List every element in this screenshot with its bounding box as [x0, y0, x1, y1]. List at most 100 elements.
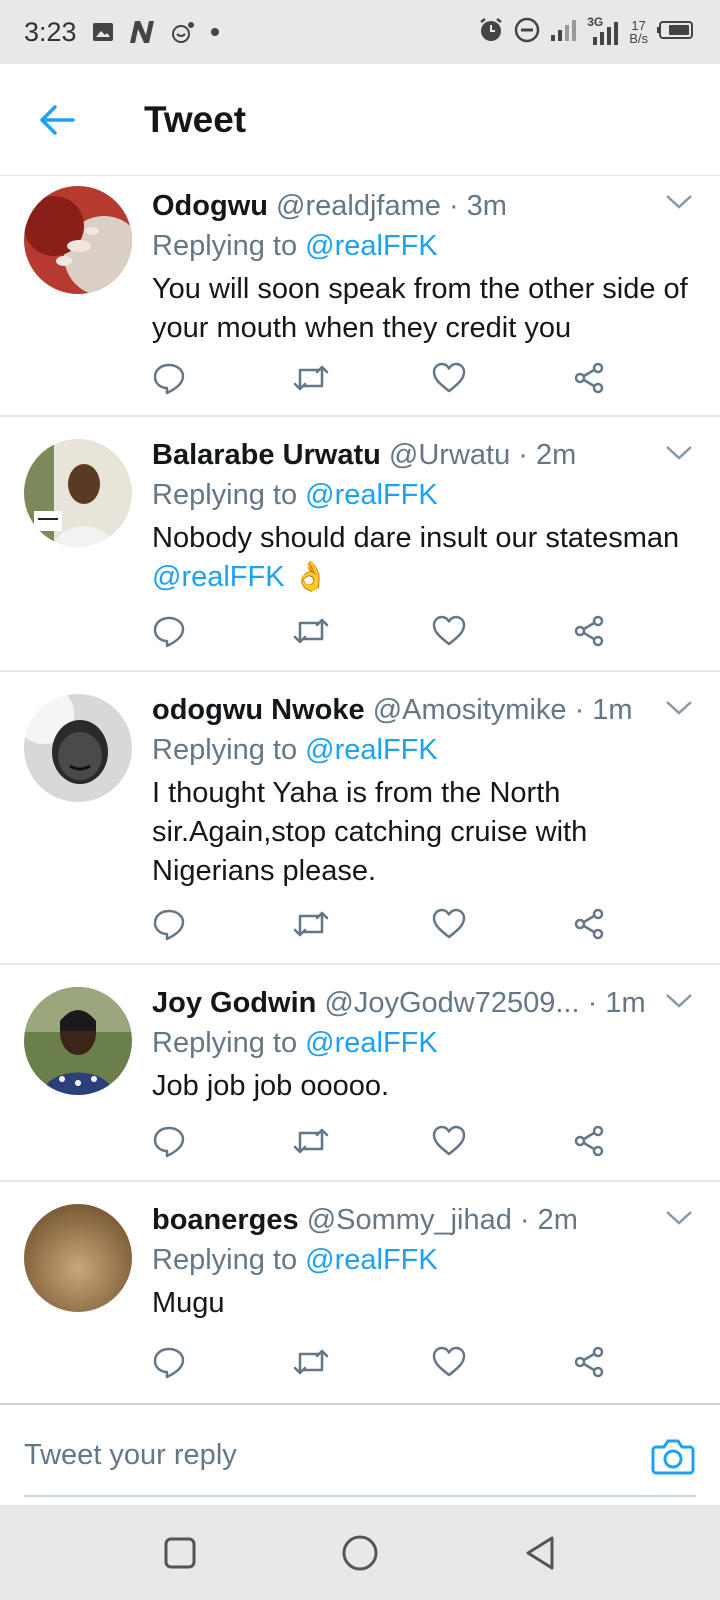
tweet-item[interactable]: Odogwu @realdjfame · 3m Replying to @rea… [0, 176, 720, 417]
chevron-down-icon[interactable] [664, 443, 694, 463]
like-button[interactable] [432, 611, 572, 651]
reply-button[interactable] [152, 904, 292, 944]
reply-to-handle[interactable]: @realFFK [305, 479, 438, 511]
tweet-text-body: Nobody should dare insult our statesman [152, 522, 680, 554]
notification-app-icon [169, 20, 197, 44]
retweet-button[interactable] [292, 1342, 432, 1382]
replying-to: Replying to @realFFK [152, 226, 700, 266]
tweet-content: Joy Godwin @JoyGodw72509... · 1m Replyin… [152, 983, 700, 1106]
home-button[interactable] [324, 1517, 396, 1589]
avatar[interactable] [24, 439, 132, 547]
tweet-actions [152, 904, 712, 944]
author-name[interactable]: Odogwu [152, 190, 268, 222]
page-title: Tweet [144, 98, 247, 140]
author-name[interactable]: odogwu Nwoke [152, 694, 365, 726]
tweet-content: Balarabe Urwatu @Urwatu · 2m Replying to… [152, 435, 700, 597]
reply-feed: Odogwu @realdjfame · 3m Replying to @rea… [0, 176, 720, 1403]
heart-icon [432, 908, 466, 939]
heart-icon [432, 362, 466, 393]
tweet-item[interactable]: Joy Godwin @JoyGodw72509... · 1m Replyin… [0, 965, 720, 1182]
net-speed-unit: B/s [629, 31, 648, 46]
retweet-icon [293, 618, 329, 644]
retweet-button[interactable] [292, 904, 432, 944]
retweet-icon [293, 365, 329, 391]
avatar[interactable] [24, 1204, 132, 1312]
heart-icon [432, 1125, 466, 1156]
square-icon [164, 1537, 196, 1568]
recents-button[interactable] [144, 1517, 216, 1589]
author-handle[interactable]: @Urwatu [389, 439, 510, 471]
reply-button[interactable] [152, 1121, 292, 1161]
like-button[interactable] [432, 1342, 572, 1382]
author-name[interactable]: Joy Godwin [152, 987, 316, 1019]
app-header: Tweet [0, 64, 720, 176]
camera-icon[interactable] [650, 1433, 696, 1479]
author-handle[interactable]: @JoyGodw72509... [324, 987, 579, 1019]
author-handle[interactable]: @Amositymike [373, 694, 567, 726]
tweet-item[interactable]: boanerges @Sommy_jihad · 2m Replying to … [0, 1182, 720, 1403]
author-name[interactable]: Balarabe Urwatu [152, 439, 381, 471]
tweet-time: · 2m [519, 1204, 578, 1236]
avatar[interactable] [24, 694, 132, 802]
like-button[interactable] [432, 358, 572, 398]
tweet-meta: Odogwu @realdjfame · 3m [152, 186, 700, 226]
reply-button[interactable] [152, 1342, 292, 1382]
tweet-actions [152, 358, 712, 398]
reply-to-handle[interactable]: @realFFK [305, 1027, 438, 1059]
like-button[interactable] [432, 1121, 572, 1161]
like-button[interactable] [432, 904, 572, 944]
reply-button[interactable] [152, 611, 292, 651]
avatar[interactable] [24, 987, 132, 1095]
author-handle[interactable]: @realdjfame [276, 190, 441, 222]
retweet-button[interactable] [292, 358, 432, 398]
replying-to-prefix: Replying to [152, 230, 306, 262]
avatar[interactable] [24, 186, 132, 294]
chevron-down-icon[interactable] [664, 192, 694, 212]
status-bar: 3:23 3G 17 B/s [0, 0, 720, 64]
share-button[interactable] [572, 1121, 712, 1161]
reply-button[interactable] [152, 358, 292, 398]
replying-to-prefix: Replying to [152, 1027, 306, 1059]
tweet-item[interactable]: odogwu Nwoke @Amositymike · 1m Replying … [0, 672, 720, 965]
share-icon [574, 1125, 604, 1157]
back-nav-button[interactable] [504, 1517, 576, 1589]
tweet-meta: odogwu Nwoke @Amositymike · 1m [152, 690, 700, 730]
back-button[interactable] [22, 85, 92, 155]
tweet-text: You will soon speak from the other side … [152, 273, 688, 344]
reply-to-handle[interactable]: @realFFK [305, 230, 438, 262]
dot-icon [209, 26, 221, 38]
tweet-content: odogwu Nwoke @Amositymike · 1m Replying … [152, 690, 700, 891]
tweet-actions [152, 1121, 712, 1161]
retweet-button[interactable] [292, 611, 432, 651]
status-time: 3:23 [24, 16, 77, 47]
chevron-down-icon[interactable] [664, 698, 694, 718]
share-button[interactable] [572, 358, 712, 398]
tweet-meta: boanerges @Sommy_jihad · 2m [152, 1200, 700, 1240]
tweet-time: · 2m [518, 439, 577, 471]
retweet-icon [293, 1128, 329, 1154]
author-name[interactable]: boanerges [152, 1204, 299, 1236]
tweet-content: Odogwu @realdjfame · 3m Replying to @rea… [152, 186, 700, 348]
tweet-actions [152, 611, 712, 651]
chevron-down-icon[interactable] [664, 1208, 694, 1228]
reply-input[interactable] [24, 1425, 604, 1485]
signal-3g-icon: 3G [587, 15, 621, 47]
chevron-down-icon[interactable] [664, 991, 694, 1011]
author-handle[interactable]: @Sommy_jihad [307, 1204, 512, 1236]
replying-to: Replying to @realFFK [152, 475, 700, 515]
retweet-button[interactable] [292, 1121, 432, 1161]
reply-composer [0, 1403, 720, 1505]
share-button[interactable] [572, 904, 712, 944]
image-icon [91, 20, 115, 44]
share-icon [574, 1346, 604, 1378]
mention-link[interactable]: @realFFK [152, 561, 285, 593]
battery-icon [656, 18, 696, 47]
share-button[interactable] [572, 1342, 712, 1382]
share-button[interactable] [572, 611, 712, 651]
tweet-item[interactable]: Balarabe Urwatu @Urwatu · 2m Replying to… [0, 417, 720, 672]
replying-to: Replying to @realFFK [152, 730, 700, 770]
reply-to-handle[interactable]: @realFFK [305, 734, 438, 766]
reply-to-handle[interactable]: @realFFK [305, 1244, 438, 1276]
replying-to-prefix: Replying to [152, 734, 306, 766]
n-app-icon [127, 19, 157, 45]
